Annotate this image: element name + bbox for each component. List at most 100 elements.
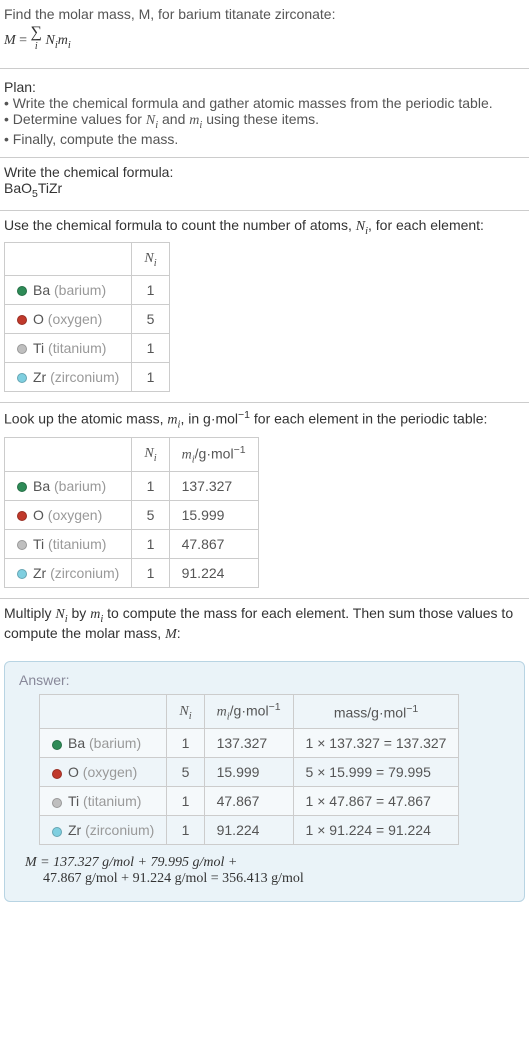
el-mass: 1 × 137.327 = 137.327 [293, 729, 459, 758]
element-cell: Ba (barium) [5, 276, 132, 305]
el-name: (barium) [54, 478, 106, 494]
table-header-row: Ni [5, 243, 170, 276]
swatch-icon [52, 769, 62, 779]
el-name: (oxygen) [48, 311, 102, 327]
m-header: mi/g·mol−1 [204, 694, 293, 728]
hdr-N: N [144, 251, 153, 266]
element-cell: Ba (barium) [40, 729, 167, 758]
mul-a: Multiply [4, 605, 55, 621]
el-m: 15.999 [204, 758, 293, 787]
el-name: (oxygen) [48, 507, 102, 523]
table-row: O (oxygen) 5 15.999 [5, 501, 259, 530]
swatch-icon [52, 740, 62, 750]
el-name: (zirconium) [50, 369, 119, 385]
chemical-formula: BaO5TiZr [4, 180, 525, 200]
el-sym: Ti [33, 340, 44, 356]
el-name: (barium) [89, 735, 141, 751]
swatch-icon [52, 827, 62, 837]
table-header-row: Ni mi/g·mol−1 mass/g·mol−1 [40, 694, 459, 728]
el-name: (titanium) [83, 793, 141, 809]
el-mass: 1 × 91.224 = 91.224 [293, 816, 459, 845]
element-cell: Ba (barium) [5, 472, 132, 501]
final-line2: 47.867 g/mol + 91.224 g/mol = 356.413 g/… [43, 871, 304, 886]
plan-title: Plan: [4, 79, 525, 95]
element-cell: Zr (zirconium) [5, 559, 132, 588]
plan-b2-N: N [146, 113, 155, 128]
el-n: 1 [132, 363, 169, 392]
hdr-m: m [217, 705, 227, 720]
swatch-icon [17, 569, 27, 579]
swatch-icon [17, 511, 27, 521]
table-row: Zr (zirconium) 1 91.224 1 × 91.224 = 91.… [40, 816, 459, 845]
mul-m: m [90, 607, 100, 622]
plan-b2: • Determine values for Ni and mi using t… [4, 111, 525, 131]
table-row: O (oxygen) 5 15.999 5 × 15.999 = 79.995 [40, 758, 459, 787]
count-table: Ni Ba (barium) 1 O (oxygen) 5 Ti (titani… [4, 242, 170, 392]
count-section: Use the chemical formula to count the nu… [0, 211, 529, 404]
plan-section: Plan: • Write the chemical formula and g… [0, 69, 529, 158]
el-sym: Ti [68, 793, 79, 809]
empty-header [40, 694, 167, 728]
el-sym: Zr [68, 822, 81, 838]
el-m: 47.867 [169, 530, 258, 559]
mul-N: N [55, 607, 64, 622]
eq-N: N [42, 33, 55, 48]
hdr-m: m [182, 447, 192, 462]
element-cell: O (oxygen) [5, 305, 132, 334]
el-m: 137.327 [169, 472, 258, 501]
eq-sum-sub: i [35, 41, 38, 52]
el-sym: Ba [68, 735, 85, 751]
lookup-title: Look up the atomic mass, mi, in g·mol−1 … [4, 409, 525, 430]
plan-b3: • Finally, compute the mass. [4, 131, 525, 147]
lookup-section: Look up the atomic mass, mi, in g·mol−1 … [0, 403, 529, 599]
el-m: 91.224 [204, 816, 293, 845]
table-row: Ba (barium) 1 137.327 1 × 137.327 = 137.… [40, 729, 459, 758]
table-row: Ti (titanium) 1 47.867 [5, 530, 259, 559]
swatch-icon [17, 315, 27, 325]
hdr-N: N [179, 704, 188, 719]
count-title-b: , for each element: [368, 217, 484, 233]
el-n: 1 [167, 729, 204, 758]
answer-table: Ni mi/g·mol−1 mass/g·mol−1 Ba (barium) 1… [39, 694, 459, 845]
el-n: 1 [132, 472, 169, 501]
el-m: 137.327 [204, 729, 293, 758]
empty-header [5, 437, 132, 471]
intro-section: Find the molar mass, M, for barium titan… [0, 0, 529, 69]
answer-box: Answer: Ni mi/g·mol−1 mass/g·mol−1 Ba (b… [4, 661, 525, 902]
el-sym: Zr [33, 565, 46, 581]
element-cell: Zr (zirconium) [5, 363, 132, 392]
el-n: 1 [167, 787, 204, 816]
table-row: Ti (titanium) 1 47.867 1 × 47.867 = 47.8… [40, 787, 459, 816]
hdr-Nsub: i [154, 258, 157, 269]
swatch-icon [17, 540, 27, 550]
swatch-icon [52, 798, 62, 808]
el-name: (oxygen) [83, 764, 137, 780]
table-row: O (oxygen) 5 [5, 305, 170, 334]
mul-b: by [68, 605, 91, 621]
lookup-table: Ni mi/g·mol−1 Ba (barium) 1 137.327 O (o… [4, 437, 259, 588]
n-header: Ni [167, 694, 204, 728]
sigma-icon: ∑ [31, 24, 42, 41]
hdr-unit: /g·mol [195, 445, 234, 461]
plan-b2-m: m [189, 113, 199, 128]
lk-a: Look up the atomic mass, [4, 411, 167, 427]
el-m: 47.867 [204, 787, 293, 816]
hdr-N: N [144, 446, 153, 461]
hdr-Nsub: i [189, 711, 192, 722]
el-sym: O [33, 507, 44, 523]
el-sym: Ba [33, 282, 50, 298]
el-name: (titanium) [48, 536, 106, 552]
count-title-N: N [356, 219, 365, 234]
hdr-exp: −1 [234, 444, 246, 456]
plan-b2mid: and [158, 111, 189, 127]
m-header: mi/g·mol−1 [169, 437, 258, 471]
eq-M: M [4, 33, 16, 48]
eq-equals: = [16, 33, 31, 48]
hdr-mexp: −1 [269, 701, 281, 713]
formula-section: Write the chemical formula: BaO5TiZr [0, 158, 529, 211]
table-header-row: Ni mi/g·mol−1 [5, 437, 259, 471]
el-name: (titanium) [48, 340, 106, 356]
el-mass: 1 × 47.867 = 47.867 [293, 787, 459, 816]
el-m: 15.999 [169, 501, 258, 530]
mul-M: M [165, 627, 177, 642]
